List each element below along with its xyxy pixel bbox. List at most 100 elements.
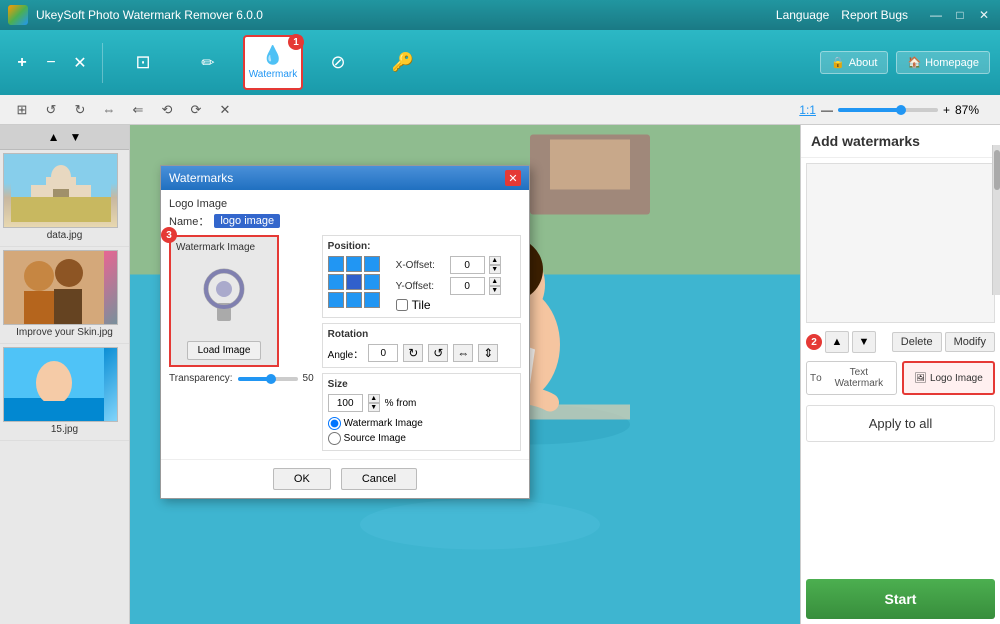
flip-h-btn[interactable]: ⇔: [453, 344, 473, 362]
watermark-image-radio[interactable]: [328, 417, 341, 430]
rotate-cw-btn[interactable]: ↻: [403, 344, 423, 362]
flip-h-button[interactable]: ⇔: [97, 98, 121, 122]
text-watermark-tab[interactable]: Tо Text Watermark: [806, 361, 897, 395]
crop-tool-button[interactable]: ⊡: [113, 35, 173, 90]
file-name: Improve your Skin.jpg: [3, 325, 126, 340]
main-toolbar: + − ✕ ⊡ ✏ 💧 Watermark 1 ⊘ 🔑 🔒 About 🏠 Ho…: [0, 30, 1000, 95]
move-up-button[interactable]: ▲: [825, 331, 849, 353]
add-file-button[interactable]: +: [10, 51, 34, 75]
transparency-slider[interactable]: [238, 377, 298, 381]
transparency-thumb[interactable]: [266, 374, 276, 384]
close-button[interactable]: ✕: [976, 7, 992, 23]
report-bugs-button[interactable]: Report Bugs: [841, 8, 908, 22]
pos-mr[interactable]: [364, 274, 380, 290]
tile-checkbox[interactable]: [396, 299, 408, 311]
zoom-in-icon[interactable]: +: [943, 103, 950, 117]
from-label: % from: [385, 398, 417, 409]
about-button[interactable]: 🔒 About: [820, 51, 888, 74]
x-offset-input[interactable]: [450, 256, 485, 274]
load-image-button[interactable]: Load Image: [187, 341, 262, 360]
position-grid: [328, 256, 380, 308]
grid-button[interactable]: ⊞: [10, 98, 34, 122]
brush-tool-button[interactable]: ✏: [178, 35, 238, 90]
y-offset-spinner: ▲ ▼: [489, 277, 501, 295]
logo-image-tab[interactable]: 🖼 Logo Image: [902, 361, 995, 395]
maximize-button[interactable]: □: [952, 7, 968, 23]
source-image-radio[interactable]: [328, 432, 341, 445]
spacer: [801, 447, 1000, 579]
rotation-section: Rotation Angle： ↻ ↺ ⇔ ⇕: [322, 323, 521, 368]
pos-ml[interactable]: [328, 274, 344, 290]
window-controls: — □ ✕: [928, 7, 992, 23]
file-name: 15.jpg: [3, 422, 126, 437]
cancel-action-button[interactable]: ✕: [213, 98, 237, 122]
image-area: Watermarks ✕ Logo Image Name： logo image: [130, 125, 800, 624]
couple-svg: [4, 251, 104, 325]
apply-to-all-button[interactable]: Apply to all: [806, 405, 995, 442]
zoom-out-icon[interactable]: —: [821, 103, 833, 117]
pos-bl[interactable]: [328, 292, 344, 308]
offset-fields: X-Offset: ▲ ▼ Y-Off: [396, 256, 501, 312]
homepage-button[interactable]: 🏠 Homepage: [896, 51, 990, 74]
size-input[interactable]: [328, 394, 363, 412]
dialog-close-button[interactable]: ✕: [505, 170, 521, 186]
language-button[interactable]: Language: [776, 8, 829, 22]
pos-br[interactable]: [364, 292, 380, 308]
watermarks-dialog[interactable]: Watermarks ✕ Logo Image Name： logo image: [160, 165, 530, 499]
key-icon: 🔑: [392, 52, 414, 73]
pos-tl[interactable]: [328, 256, 344, 272]
pos-tc[interactable]: [346, 256, 362, 272]
size-up[interactable]: ▲: [368, 394, 380, 403]
undo-button[interactable]: ⟲: [155, 98, 179, 122]
rotation-controls: Angle： ↻ ↺ ⇔ ⇕: [328, 344, 515, 362]
flip-v-button[interactable]: ⇐: [126, 98, 150, 122]
delete-button[interactable]: Delete: [892, 332, 942, 352]
pos-mc[interactable]: [346, 274, 362, 290]
watermark-tool-button[interactable]: 💧 Watermark 1: [243, 35, 303, 90]
file-panel-down-icon[interactable]: ▼: [70, 130, 82, 144]
angle-label: Angle：: [328, 346, 364, 361]
redo-button[interactable]: ⟳: [184, 98, 208, 122]
zoom-1to1-button[interactable]: 1:1: [799, 103, 816, 117]
right-panel: Add watermarks 2 ▲ ▼ Delete Modify Tо Te…: [800, 125, 1000, 624]
cancel-button[interactable]: Cancel: [341, 468, 417, 490]
zoom-slider[interactable]: [838, 108, 938, 112]
angle-input[interactable]: [368, 344, 398, 362]
file-panel: ▲ ▼: [0, 125, 130, 624]
separator-1: [102, 43, 103, 83]
ok-button[interactable]: OK: [273, 468, 331, 490]
start-button[interactable]: Start: [806, 579, 995, 619]
taj-svg: [11, 157, 111, 222]
pos-bc[interactable]: [346, 292, 362, 308]
list-item[interactable]: data.jpg: [0, 150, 129, 247]
file-list: data.jpg Improve your Skin.jpg: [0, 150, 129, 624]
lock-icon: 🔒: [831, 56, 845, 69]
y-offset-input[interactable]: [450, 277, 485, 295]
zoom-slider-thumb[interactable]: [896, 105, 906, 115]
modify-button[interactable]: Modify: [945, 332, 995, 352]
eraser-tool-button[interactable]: ⊘: [308, 35, 368, 90]
key-tool-button[interactable]: 🔑: [373, 35, 433, 90]
move-down-button[interactable]: ▼: [852, 331, 876, 353]
rotate-ccw-btn[interactable]: ↺: [428, 344, 448, 362]
close-file-button[interactable]: ✕: [68, 51, 92, 75]
x-offset-row: X-Offset: ▲ ▼: [396, 256, 501, 274]
y-offset-up[interactable]: ▲: [489, 277, 501, 286]
y-offset-down[interactable]: ▼: [489, 286, 501, 295]
watermark-badge: 1: [288, 34, 304, 50]
size-down[interactable]: ▼: [368, 403, 380, 412]
size-radio-group: Watermark Image Source Image: [328, 417, 423, 445]
list-item[interactable]: 15.jpg: [0, 344, 129, 441]
remove-file-button[interactable]: −: [39, 51, 63, 75]
pos-tr[interactable]: [364, 256, 380, 272]
x-offset-down[interactable]: ▼: [489, 265, 501, 274]
list-item[interactable]: Improve your Skin.jpg: [0, 247, 129, 344]
rotate-ccw-button[interactable]: ↺: [39, 98, 63, 122]
flip-v-btn[interactable]: ⇕: [478, 344, 498, 362]
pool-thumbnail: [4, 348, 117, 421]
rotate-cw-button[interactable]: ↻: [68, 98, 92, 122]
x-offset-up[interactable]: ▲: [489, 256, 501, 265]
minimize-button[interactable]: —: [928, 7, 944, 23]
file-panel-up-icon[interactable]: ▲: [48, 130, 60, 144]
size-spinner: ▲ ▼: [368, 394, 380, 412]
